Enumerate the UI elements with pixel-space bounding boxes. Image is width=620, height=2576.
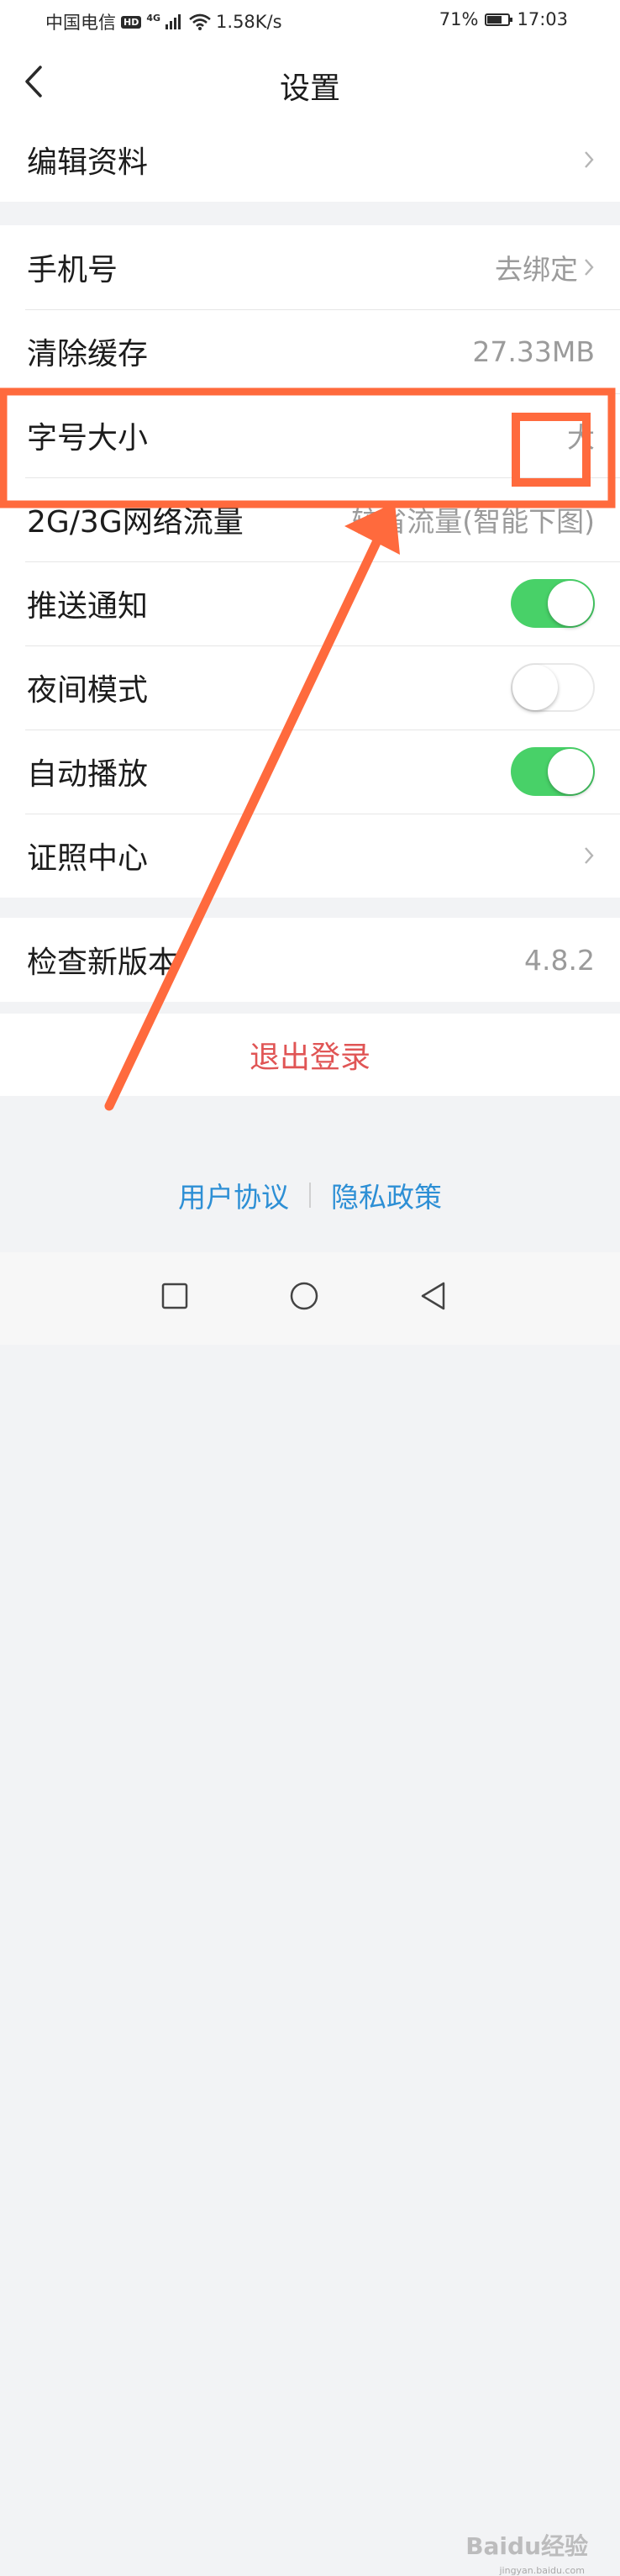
logout-button[interactable]: 退出登录 bbox=[250, 1033, 370, 1077]
chevron-right-icon bbox=[585, 259, 594, 276]
signal-icon bbox=[166, 14, 181, 29]
chevron-right-icon bbox=[585, 847, 594, 864]
settings-group-main: 手机号 去绑定 清除缓存 27.33MB 字号大小 大 2G/3G网络流量 较省… bbox=[0, 225, 620, 898]
row-right: 4.8.2 bbox=[524, 944, 595, 977]
battery-icon bbox=[485, 13, 513, 26]
chevron-right-icon bbox=[585, 151, 594, 168]
hd-badge: HD bbox=[121, 15, 142, 29]
clock: 17:03 bbox=[517, 9, 568, 29]
row-label: 2G/3G网络流量 bbox=[27, 505, 244, 540]
row-certificate-center[interactable]: 证照中心 bbox=[0, 814, 620, 898]
user-agreement-link[interactable]: 用户协议 bbox=[178, 1175, 289, 1215]
network-type: 4G bbox=[146, 12, 161, 24]
row-value: 去绑定 bbox=[495, 253, 578, 286]
watermark-url: jingyan.baidu.com bbox=[499, 2565, 585, 2576]
row-label: 字号大小 bbox=[27, 421, 149, 456]
row-label: 手机号 bbox=[27, 253, 118, 287]
triangle-back-icon[interactable] bbox=[408, 1271, 459, 1321]
row-right bbox=[583, 845, 595, 866]
row-right: 大 bbox=[567, 415, 595, 456]
font-size-value: 大 bbox=[567, 421, 595, 454]
row-label: 自动播放 bbox=[27, 757, 149, 792]
row-clear-cache[interactable]: 清除缓存 27.33MB bbox=[0, 309, 620, 393]
page-title: 设置 bbox=[279, 71, 340, 106]
row-right: 较省流量(智能下图) bbox=[351, 499, 595, 540]
settings-group-profile: 编辑资料 bbox=[0, 118, 620, 202]
logout-row: 退出登录 bbox=[0, 1014, 620, 1096]
row-right: 27.33MB bbox=[472, 335, 595, 368]
baidu-watermark: Baidu经验 bbox=[465, 2532, 588, 2560]
wifi-icon bbox=[189, 13, 211, 30]
row-network-traffic[interactable]: 2G/3G网络流量 较省流量(智能下图) bbox=[0, 477, 620, 561]
row-edit-profile[interactable]: 编辑资料 bbox=[0, 118, 620, 202]
traffic-mode-value: 较省流量(智能下图) bbox=[351, 505, 595, 538]
status-left: 中国电信 HD 4G 1.58K/s bbox=[45, 9, 282, 34]
row-right bbox=[583, 150, 595, 170]
push-notification-toggle[interactable] bbox=[511, 579, 595, 628]
square-icon[interactable] bbox=[150, 1271, 200, 1321]
row-label: 检查新版本 bbox=[27, 946, 179, 980]
status-right: 71% 17:03 bbox=[439, 9, 568, 29]
row-label: 编辑资料 bbox=[27, 145, 149, 180]
row-right: 去绑定 bbox=[495, 247, 595, 287]
row-font-size[interactable]: 字号大小 大 bbox=[0, 393, 620, 477]
cache-size: 27.33MB bbox=[472, 335, 595, 368]
version-value: 4.8.2 bbox=[524, 943, 595, 977]
row-label: 证照中心 bbox=[27, 841, 149, 876]
row-night-mode: 夜间模式 bbox=[0, 645, 620, 730]
row-label: 清除缓存 bbox=[27, 337, 149, 371]
row-label: 推送通知 bbox=[27, 589, 149, 624]
row-label: 夜间模式 bbox=[27, 673, 149, 708]
row-check-update[interactable]: 检查新版本 4.8.2 bbox=[0, 918, 620, 1002]
network-speed: 1.58K/s bbox=[216, 12, 282, 32]
carrier-name: 中国电信 bbox=[45, 13, 116, 33]
nav-header: 设置 bbox=[0, 42, 620, 122]
privacy-policy-link[interactable]: 隐私政策 bbox=[331, 1175, 442, 1215]
circle-icon[interactable] bbox=[279, 1271, 329, 1321]
autoplay-toggle[interactable] bbox=[511, 747, 595, 796]
system-nav-bar: Baidu经验 jingyan.baidu.com bbox=[0, 1252, 620, 2576]
footer-links: 用户协议 隐私政策 bbox=[0, 1175, 620, 1215]
footer-divider bbox=[309, 1183, 311, 1208]
row-phone-number[interactable]: 手机号 去绑定 bbox=[0, 225, 620, 309]
row-autoplay: 自动播放 bbox=[0, 730, 620, 814]
settings-group-version: 检查新版本 4.8.2 bbox=[0, 918, 620, 1002]
row-push-notification: 推送通知 bbox=[0, 561, 620, 645]
status-bar: 中国电信 HD 4G 1.58K/s 71% 17:03 bbox=[0, 0, 620, 42]
night-mode-toggle[interactable] bbox=[511, 663, 595, 712]
battery-percent: 71% bbox=[439, 9, 479, 29]
